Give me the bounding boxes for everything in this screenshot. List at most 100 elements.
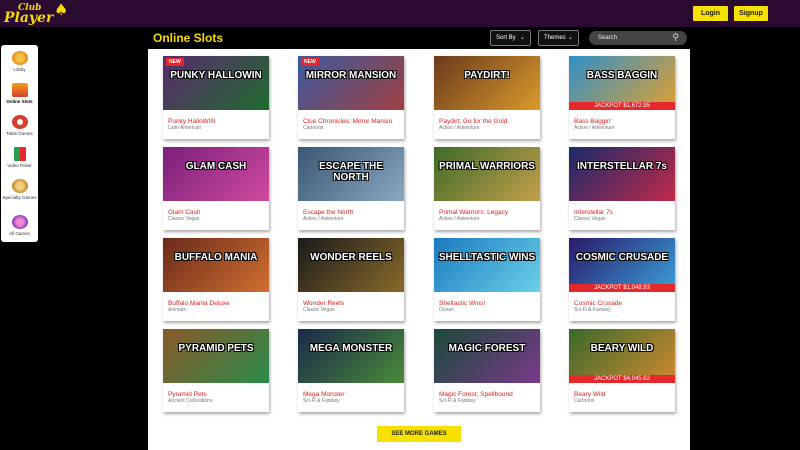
signup-button[interactable]: Signup xyxy=(734,6,768,21)
game-thumbnail[interactable]: BUFFALO MANIA xyxy=(163,238,269,292)
search-input[interactable]: Search ⚲ xyxy=(589,31,687,45)
thumbnail-logo-text: SHELLTASTIC WINS xyxy=(438,252,536,263)
game-card[interactable]: PYRAMID PETS Pyramid Pets Ancient Civiliza… xyxy=(163,329,269,412)
game-thumbnail[interactable]: PUNKY HALLOWIN NEW xyxy=(163,56,269,110)
game-thumbnail[interactable]: WONDER REELS xyxy=(298,238,404,292)
thumbnail-logo-text: PUNKY HALLOWIN xyxy=(170,70,262,81)
sidebar-item-lobby[interactable]: Lobby xyxy=(1,51,38,73)
game-title[interactable]: Magic Forest: Spellbound xyxy=(439,391,513,398)
game-title[interactable]: Escape the North xyxy=(303,209,353,216)
game-thumbnail[interactable]: SHELLTASTIC WINS xyxy=(434,238,540,292)
game-thumbnail[interactable]: INTERSTELLAR 7s xyxy=(569,147,675,201)
specialty-icon xyxy=(11,179,28,193)
thumbnail-logo-text: MEGA MONSTER xyxy=(309,343,393,354)
game-category: Sci-Fi & Fantasy xyxy=(303,398,340,404)
game-title[interactable]: Buffalo Mania Deluxe xyxy=(168,300,230,307)
game-title[interactable]: Mega Monster xyxy=(303,391,345,398)
game-thumbnail[interactable]: BEARY WILD JACKPOT $4,045.62 xyxy=(569,329,675,383)
game-card[interactable]: MAGIC FOREST Magic Forest: Spellbound Sci-… xyxy=(434,329,540,412)
game-category: Classic Vegas xyxy=(168,216,200,222)
game-category: Latin American xyxy=(168,125,202,131)
game-thumbnail[interactable]: ESCAPE THE NORTH xyxy=(298,147,404,201)
game-card[interactable]: PAYDIRT! Paydirt: Go for the Gold Action /… xyxy=(434,56,540,139)
sort-by-dropdown[interactable]: Sort By ⌄ xyxy=(490,30,531,46)
sidebar-item-online-slots[interactable]: Online Slots xyxy=(1,83,38,105)
game-thumbnail[interactable]: MEGA MONSTER xyxy=(298,329,404,383)
game-card[interactable]: BASS BAGGIN JACKPOT $1,672.95 Bass Baggin'… xyxy=(569,56,675,139)
game-thumbnail[interactable]: MAGIC FOREST xyxy=(434,329,540,383)
game-category: Action / Adventure xyxy=(439,216,480,222)
thumbnail-logo-text: PRIMAL WARRIORS xyxy=(439,161,535,172)
club-player-logo[interactable]: Club Player ♠ xyxy=(4,2,68,26)
game-title[interactable]: Wonder Reels xyxy=(303,300,344,307)
thumbnail-logo-text: BASS BAGGIN xyxy=(586,70,658,81)
spade-icon: ♠ xyxy=(54,0,69,19)
game-card[interactable]: SHELLTASTIC WINS Sheltastic Wins! Ocean xyxy=(434,238,540,321)
thumbnail-logo-text: BEARY WILD xyxy=(590,343,654,354)
themes-dropdown[interactable]: Themes ⌄ xyxy=(538,30,579,46)
game-thumbnail[interactable]: GLAM CASH xyxy=(163,147,269,201)
search-icon[interactable]: ⚲ xyxy=(672,31,679,44)
game-thumbnail[interactable]: COSMIC CRUSADE JACKPOT $1,048.93 xyxy=(569,238,675,292)
game-title[interactable]: Clue Chronicles: Mirror Mansio xyxy=(303,118,392,125)
game-card[interactable]: MIRROR MANSION NEW Clue Chronicles: Mirror… xyxy=(298,56,404,139)
sidebar-item-label: Video Poker xyxy=(7,163,32,168)
game-title[interactable]: Paydirt: Go for the Gold xyxy=(439,118,507,125)
game-thumbnail[interactable]: PRIMAL WARRIORS xyxy=(434,147,540,201)
themes-label: Themes xyxy=(544,35,566,41)
chevron-down-icon: ⌄ xyxy=(567,35,573,41)
game-title[interactable]: Primal Warriors: Legacy xyxy=(439,209,508,216)
jackpot-banner: JACKPOT $1,048.93 xyxy=(569,284,675,292)
game-title[interactable]: Cosmic Crusade xyxy=(574,300,622,307)
game-card[interactable]: WONDER REELS Wonder Reels Classic Vegas xyxy=(298,238,404,321)
game-card[interactable]: PUNKY HALLOWIN NEW Punky HalloWIN Latin Ame… xyxy=(163,56,269,139)
search-placeholder: Search xyxy=(598,35,618,41)
new-badge: NEW xyxy=(301,58,319,66)
game-title[interactable]: Beary Wild xyxy=(574,391,605,398)
main-panel: Online Slots Sort By ⌄ Themes ⌄ Search ⚲… xyxy=(148,27,690,450)
game-title[interactable]: Sheltastic Wins! xyxy=(439,300,485,307)
game-card[interactable]: ESCAPE THE NORTH Escape the North Action /… xyxy=(298,147,404,230)
game-thumbnail[interactable]: BASS BAGGIN JACKPOT $1,672.95 xyxy=(569,56,675,110)
sidebar-item-label: All Games xyxy=(9,231,30,236)
game-category: Ocean xyxy=(439,307,454,313)
video-poker-icon xyxy=(13,147,26,161)
sidebar-item-table-games[interactable]: Table Games xyxy=(1,115,38,137)
login-button[interactable]: Login xyxy=(693,6,728,21)
game-thumbnail[interactable]: PYRAMID PETS xyxy=(163,329,269,383)
game-title[interactable]: Interstellar 7s xyxy=(574,209,613,216)
game-card[interactable]: INTERSTELLAR 7s Interstellar 7s Classic Ve… xyxy=(569,147,675,230)
game-category: Action / Adventure xyxy=(439,125,480,131)
lobby-icon xyxy=(11,51,28,65)
sidebar-item-specialty-games[interactable]: Specialty Games xyxy=(1,179,38,201)
game-thumbnail[interactable]: MIRROR MANSION NEW xyxy=(298,56,404,110)
game-category: Animals xyxy=(168,307,186,313)
logo-line2: Player xyxy=(4,10,54,26)
thumbnail-logo-text: ESCAPE THE NORTH xyxy=(319,161,383,183)
thumbnail-logo-text: GLAM CASH xyxy=(185,161,247,172)
game-category: Action / Adventure xyxy=(303,216,344,222)
table-games-icon xyxy=(11,115,28,129)
new-badge: NEW xyxy=(166,58,184,66)
game-card[interactable]: BUFFALO MANIA Buffalo Mania Deluxe Animals xyxy=(163,238,269,321)
sidebar-item-all-games[interactable]: All Games xyxy=(1,215,38,237)
game-card[interactable]: PRIMAL WARRIORS Primal Warriors: Legacy Ac… xyxy=(434,147,540,230)
game-category: Classic Vegas xyxy=(303,307,335,313)
thumbnail-logo-text: INTERSTELLAR 7s xyxy=(576,161,667,172)
game-card[interactable]: COSMIC CRUSADE JACKPOT $1,048.93 Cosmic Cr… xyxy=(569,238,675,321)
game-title[interactable]: Pyramid Pets xyxy=(168,391,207,398)
game-card[interactable]: BEARY WILD JACKPOT $4,045.62 Beary Wild Car… xyxy=(569,329,675,412)
sort-by-label: Sort By xyxy=(496,35,516,41)
top-bar: Club Player ♠ Login Signup xyxy=(0,0,800,27)
game-title[interactable]: Punky HalloWIN xyxy=(168,118,215,125)
see-more-games-button[interactable]: SEE MORE GAMES xyxy=(377,426,461,442)
sidebar-item-label: Lobby xyxy=(13,67,26,72)
game-title[interactable]: Bass Baggin' xyxy=(574,118,612,125)
game-title[interactable]: Glam Cash xyxy=(168,209,201,216)
game-card[interactable]: MEGA MONSTER Mega Monster Sci-Fi & Fantasy xyxy=(298,329,404,412)
slots-icon xyxy=(11,83,28,97)
game-thumbnail[interactable]: PAYDIRT! xyxy=(434,56,540,110)
game-card[interactable]: GLAM CASH Glam Cash Classic Vegas xyxy=(163,147,269,230)
sidebar-item-video-poker[interactable]: Video Poker xyxy=(1,147,38,169)
page-title: Online Slots xyxy=(153,31,224,45)
